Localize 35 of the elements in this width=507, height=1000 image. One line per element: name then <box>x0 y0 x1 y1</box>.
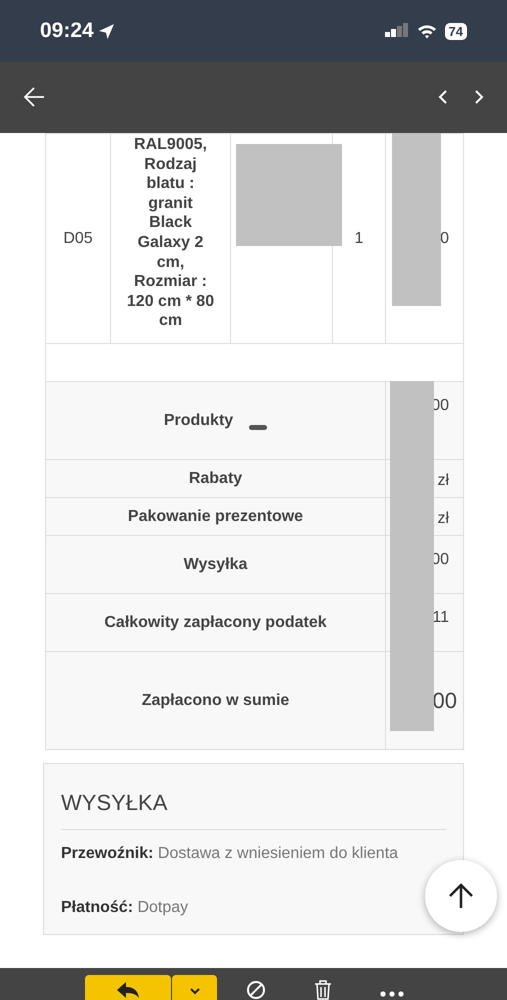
summary-label: Całkowity zapłacony podatek <box>104 612 327 632</box>
dash-mark <box>249 425 268 430</box>
trash-icon <box>314 980 332 1000</box>
more-icon <box>380 990 404 997</box>
summary-label: Rabaty <box>188 468 242 488</box>
summary-value-fragment: zł <box>436 509 450 529</box>
chevron-left-icon <box>437 89 449 106</box>
section-title: WYSYŁKA <box>61 786 446 830</box>
reply-button[interactable] <box>85 975 171 1000</box>
wifi-icon <box>416 24 437 38</box>
summary-value-fragment: zł <box>436 471 450 491</box>
price-fragment: 0 <box>439 228 450 248</box>
reference-text: D05 <box>63 230 93 246</box>
summary-value-fragment: 11 <box>431 608 450 628</box>
dropdown-button[interactable] <box>172 975 217 1000</box>
summary-value-fragment: 00 <box>432 687 458 715</box>
summary-label: Wysyłka <box>184 554 248 574</box>
delete-button[interactable] <box>314 978 332 1000</box>
up-arrow-icon <box>447 882 475 910</box>
block-button[interactable] <box>246 978 266 1000</box>
location-arrow-icon <box>98 22 115 40</box>
signal-icon <box>384 23 409 39</box>
shipping-detail: Przewoźnik: Dostawa z wniesieniem do klienta <box>61 844 400 864</box>
battery-level: 74 <box>444 22 467 40</box>
product-description: RAL9005, Rodzaj blatu : granit Black Galaxy 2 cm, Rozmiar : 120 cm * 80 cm <box>126 135 216 331</box>
summary-label: Zapłacono w sumie <box>142 690 290 710</box>
shipping-detail: Płatność: Dotpay <box>61 898 190 918</box>
status-time: 09:24 <box>40 18 94 44</box>
summary-label: Produkty <box>164 410 234 430</box>
quantity-text: 1 <box>354 230 364 246</box>
ban-icon <box>246 980 266 1000</box>
back-arrow-icon <box>22 85 46 110</box>
summary-label: Pakowanie prezentowe <box>128 506 304 526</box>
reply-arrow-icon <box>116 980 140 999</box>
chevron-right-icon <box>473 89 485 106</box>
